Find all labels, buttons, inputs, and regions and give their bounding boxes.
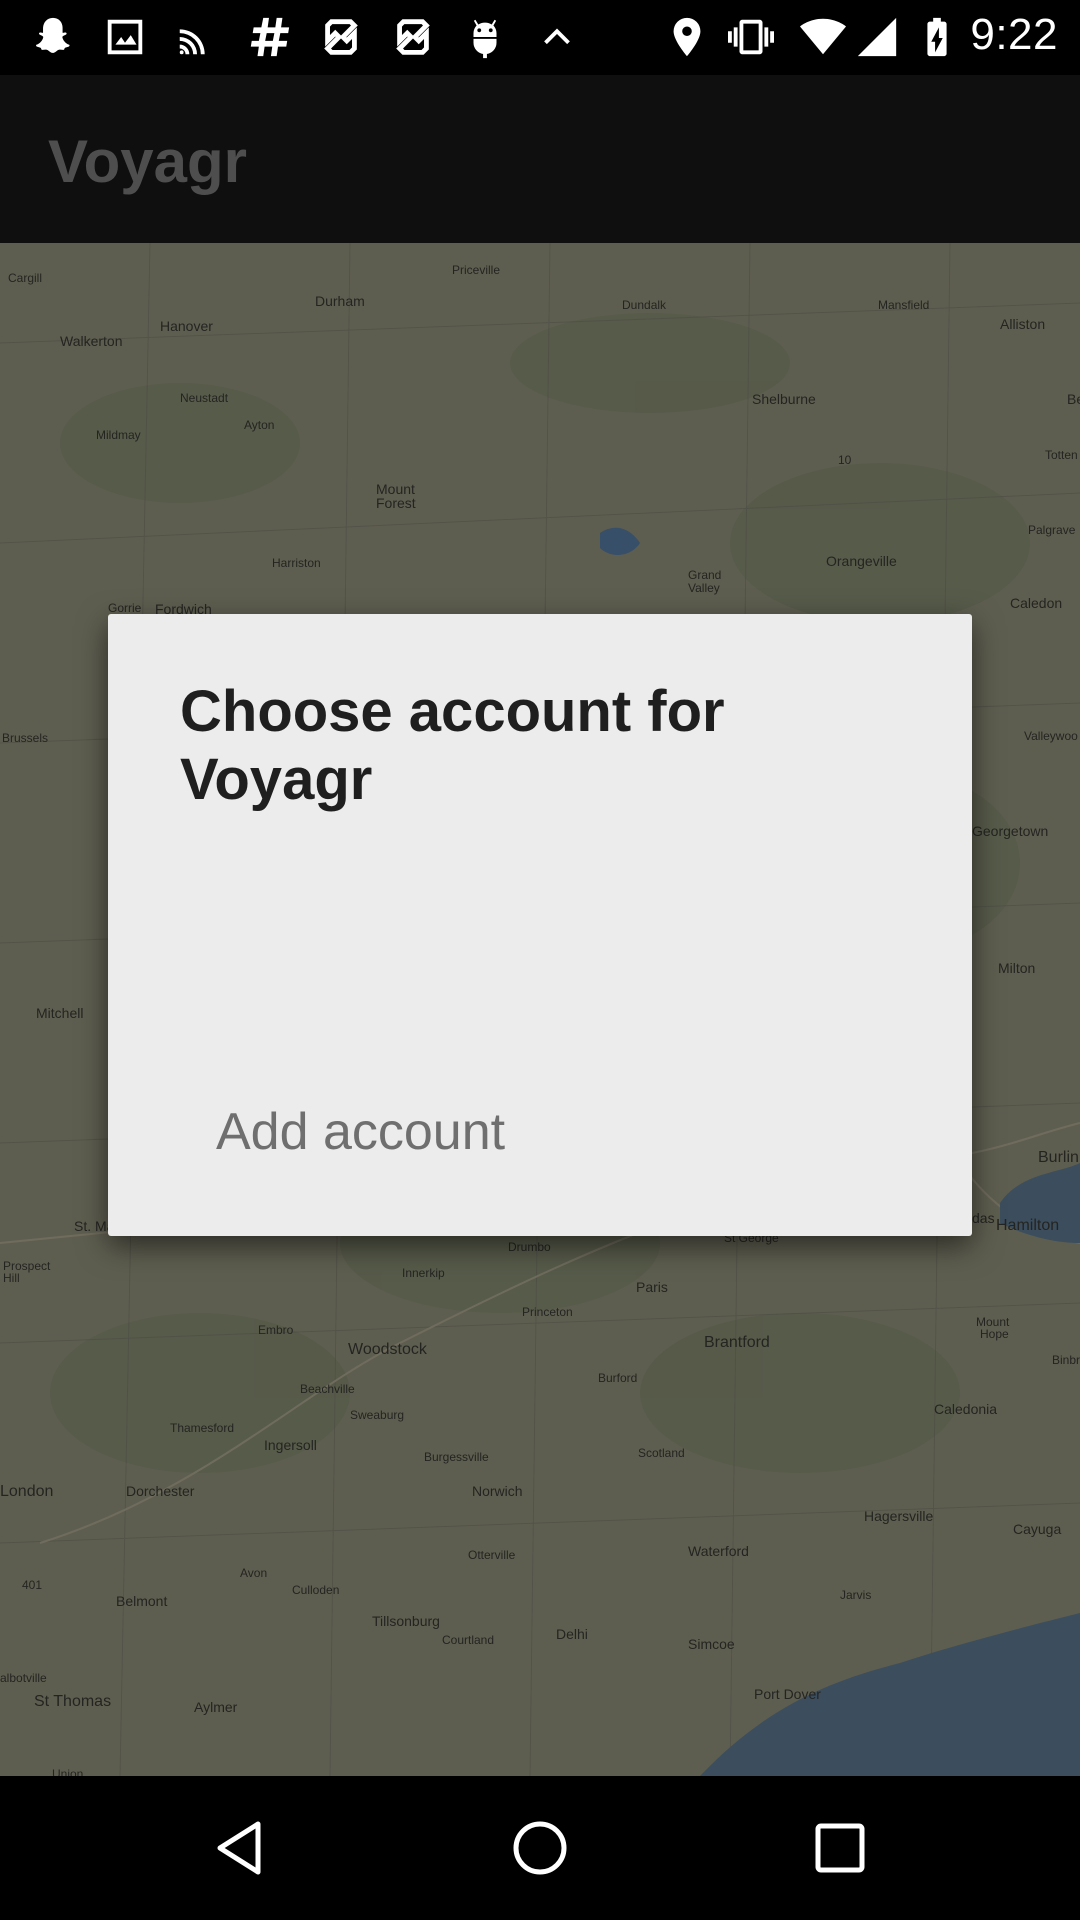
wifi-icon (798, 12, 848, 62)
add-account-button[interactable]: Add account (216, 1102, 505, 1162)
sync-icon (316, 12, 366, 62)
home-icon[interactable] (504, 1812, 576, 1884)
app-title: Voyagr (48, 128, 247, 195)
account-picker-dialog: Choose account for Voyagr Add account (108, 614, 972, 1236)
battery-charging-icon (912, 12, 962, 62)
android-debug-icon (460, 12, 510, 62)
status-bar: 9:22 (0, 0, 1080, 75)
app-bar: Voyagr (0, 75, 1080, 243)
dialog-title: Choose account for Voyagr (180, 679, 725, 812)
snapchat-icon (28, 12, 78, 62)
back-icon[interactable] (204, 1812, 276, 1884)
signal-icon (852, 12, 902, 62)
location-icon (662, 12, 712, 62)
recents-icon[interactable] (804, 1812, 876, 1884)
gallery-icon (100, 12, 150, 62)
cast-icon (172, 12, 222, 62)
clock: 9:22 (970, 10, 1058, 59)
navigation-bar (0, 1776, 1080, 1920)
chevron-up-icon (532, 12, 582, 62)
slack-icon (244, 12, 294, 62)
sync-icon (388, 12, 438, 62)
vibrate-icon (726, 12, 776, 62)
